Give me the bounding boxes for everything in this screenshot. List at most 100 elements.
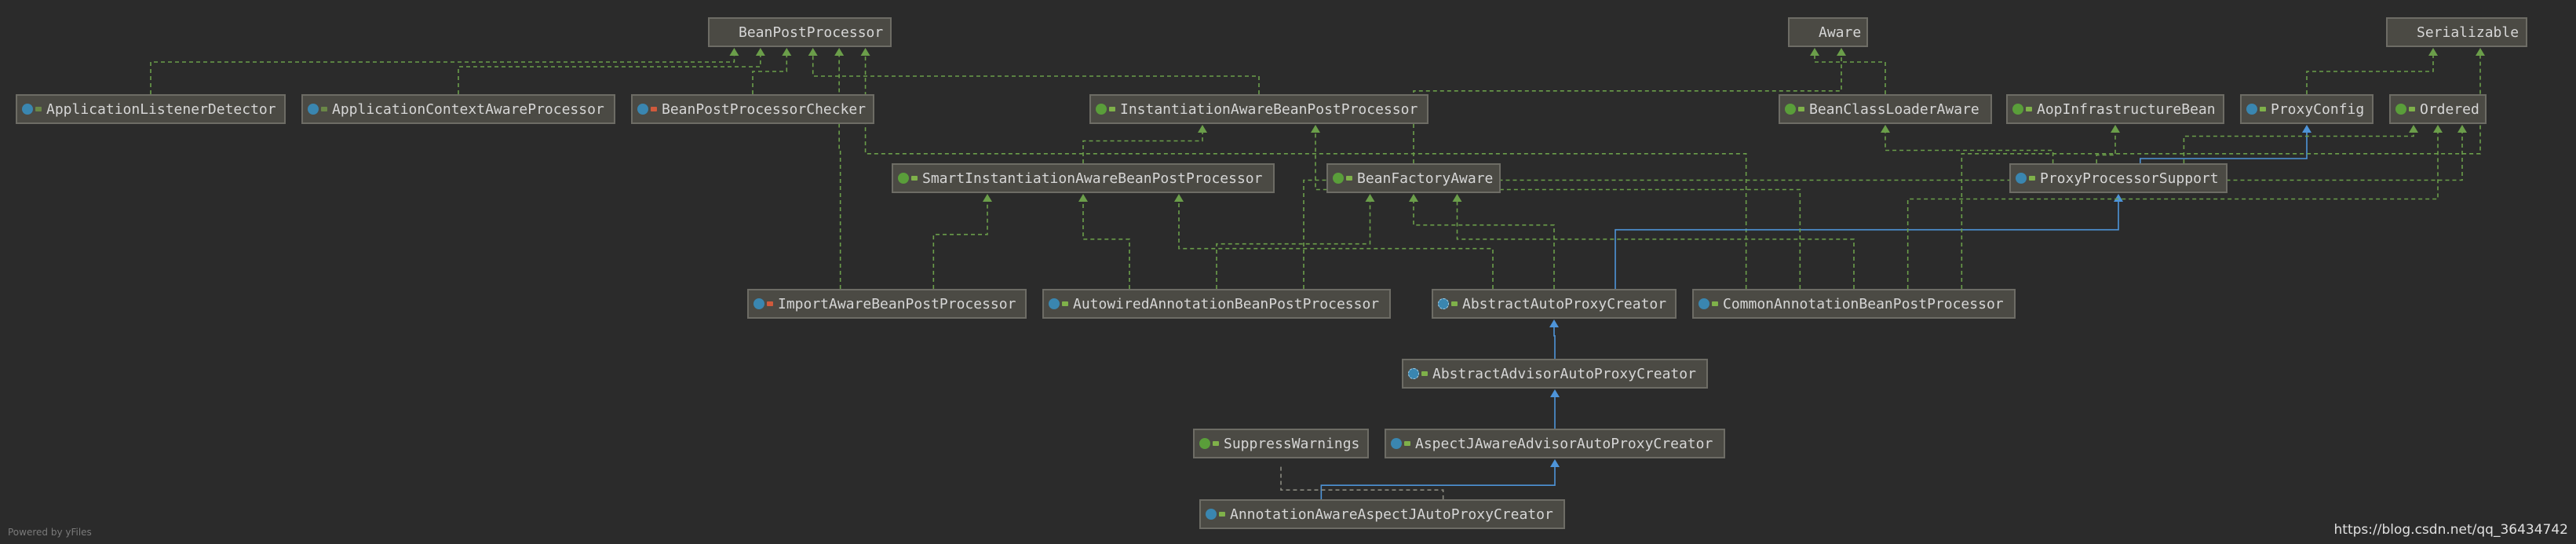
edge-arrowhead xyxy=(1810,48,1819,56)
node-label: AbstractAutoProxyCreator xyxy=(1462,295,1667,312)
edge-implements xyxy=(1178,201,1494,289)
edge-arrowhead xyxy=(1549,319,1559,327)
node-serializable[interactable]: Serializable xyxy=(2386,17,2527,47)
class-icon xyxy=(308,104,319,115)
edge-implements xyxy=(1216,201,1371,289)
private-modifier-icon xyxy=(767,301,773,306)
edge-arrowhead xyxy=(2433,125,2443,133)
public-modifier-icon xyxy=(1062,301,1068,306)
edge-arrowhead xyxy=(755,48,765,56)
node-aop-infrastructure-bean[interactable]: AopInfrastructureBean xyxy=(2006,94,2224,124)
node-annotation-aware-aspectj-auto-proxy-creator[interactable]: AnnotationAwareAspectJAutoProxyCreator xyxy=(1199,499,1565,529)
abstract-class-icon xyxy=(1438,298,1449,309)
node-bean-class-loader-aware[interactable]: BeanClassLoaderAware xyxy=(1779,94,1992,124)
node-label: BeanFactoryAware xyxy=(1357,170,1494,187)
node-application-context-aware-processor[interactable]: ApplicationContextAwareProcessor xyxy=(301,94,615,124)
edge-extends xyxy=(1320,466,1556,499)
public-modifier-icon xyxy=(1451,301,1458,306)
public-modifier-icon xyxy=(2409,107,2415,111)
edge-arrowhead xyxy=(808,48,818,56)
public-modifier-icon xyxy=(1798,107,1804,111)
interface-icon xyxy=(1794,27,1805,38)
node-bean-post-processor[interactable]: BeanPostProcessor xyxy=(708,17,892,47)
node-application-listener-detector[interactable]: ApplicationListenerDetector xyxy=(16,94,286,124)
node-ordered[interactable]: Ordered xyxy=(2389,94,2487,124)
node-bean-post-processor-checker[interactable]: BeanPostProcessorChecker xyxy=(631,94,874,124)
edge-implements xyxy=(1814,55,1886,94)
public-modifier-icon xyxy=(1219,512,1225,517)
powered-by-label: Powered by yFiles xyxy=(8,527,92,538)
edge-arrowhead xyxy=(2457,125,2467,133)
edge-implements xyxy=(1906,132,2439,289)
edge-implements xyxy=(752,55,788,94)
interface-icon xyxy=(2395,104,2406,115)
edge-implements xyxy=(1456,201,1855,289)
edge-arrowhead xyxy=(2428,48,2438,56)
node-label: ImportAwareBeanPostProcessor xyxy=(778,295,1016,312)
package-modifier-icon xyxy=(35,107,42,111)
edge-implements xyxy=(458,55,761,94)
node-label: Ordered xyxy=(2420,100,2479,118)
interface-icon xyxy=(898,173,909,184)
edge-arrowhead xyxy=(1881,125,1890,133)
interface-icon xyxy=(2012,104,2023,115)
edge-implements xyxy=(1413,55,1842,163)
interface-icon xyxy=(1096,104,1107,115)
edge-arrowhead xyxy=(1837,48,1846,56)
annotation-icon xyxy=(1199,438,1210,449)
edge-implements xyxy=(2096,132,2116,163)
edge-implements xyxy=(838,55,841,289)
node-aware[interactable]: Aware xyxy=(1788,17,1868,47)
edge-arrowhead xyxy=(860,48,870,56)
class-icon xyxy=(1049,298,1060,309)
edge-arrowhead xyxy=(1409,194,1418,202)
node-import-aware-bean-post-processor[interactable]: ImportAwareBeanPostProcessor xyxy=(747,289,1027,319)
class-icon xyxy=(2246,104,2257,115)
public-modifier-icon xyxy=(728,30,734,35)
node-instantiation-aware-bean-post-processor[interactable]: InstantiationAwareBeanPostProcessor xyxy=(1089,94,1428,124)
node-bean-factory-aware[interactable]: BeanFactoryAware xyxy=(1326,163,1501,193)
class-icon xyxy=(22,104,33,115)
public-modifier-icon xyxy=(2026,107,2032,111)
edge-arrowhead xyxy=(2476,48,2485,56)
node-label: ApplicationContextAwareProcessor xyxy=(332,100,604,118)
watermark-url: https://blog.csdn.net/qq_36434742 xyxy=(2333,522,2568,538)
node-label: AbstractAdvisorAutoProxyCreator xyxy=(1432,365,1696,382)
edge-arrowhead xyxy=(834,48,845,56)
edge-implements xyxy=(2306,55,2434,94)
node-abstract-advisor-auto-proxy-creator[interactable]: AbstractAdvisorAutoProxyCreator xyxy=(1402,359,1708,389)
public-modifier-icon xyxy=(1808,30,1814,35)
class-icon xyxy=(1391,438,1402,449)
class-icon xyxy=(2016,173,2027,184)
node-aspectj-aware-advisor-auto-proxy-creator[interactable]: AspectJAwareAdvisorAutoProxyCreator xyxy=(1385,429,1725,458)
edges-layer xyxy=(150,48,2485,499)
node-label: SuppressWarnings xyxy=(1224,435,1360,452)
abstract-class-icon xyxy=(1408,368,1419,379)
node-label: BeanClassLoaderAware xyxy=(1809,100,1979,118)
uml-diagram-canvas: BeanPostProcessor Aware Serializable App… xyxy=(0,0,2576,544)
public-modifier-icon xyxy=(2406,30,2412,35)
node-proxy-processor-support[interactable]: ProxyProcessorSupport xyxy=(2009,163,2228,193)
edge-arrowhead xyxy=(1174,194,1184,202)
node-suppress-warnings[interactable]: SuppressWarnings xyxy=(1193,429,1369,458)
edge-arrowhead xyxy=(2302,125,2311,133)
edge-arrowhead xyxy=(1078,194,1088,202)
edge-arrowhead xyxy=(1452,194,1462,202)
public-modifier-icon xyxy=(2029,176,2035,181)
node-common-annotation-bean-post-processor[interactable]: CommonAnnotationBeanPostProcessor xyxy=(1692,289,2016,319)
edge-implements xyxy=(932,201,988,289)
node-autowired-annotation-bean-post-processor[interactable]: AutowiredAnnotationBeanPostProcessor xyxy=(1042,289,1391,319)
node-label: AutowiredAnnotationBeanPostProcessor xyxy=(1073,295,1380,312)
edge-annotated xyxy=(1280,466,1444,499)
edge-arrowhead xyxy=(2409,125,2418,133)
edge-arrowhead xyxy=(2114,194,2123,202)
edge-arrowhead xyxy=(1311,125,1320,133)
edge-implements xyxy=(1885,132,2054,163)
node-smart-instantiation-aware-bean-post-processor[interactable]: SmartInstantiationAwareBeanPostProcessor xyxy=(892,163,1275,193)
node-label: InstantiationAwareBeanPostProcessor xyxy=(1120,100,1418,118)
node-abstract-auto-proxy-creator[interactable]: AbstractAutoProxyCreator xyxy=(1432,289,1677,319)
node-proxy-config[interactable]: ProxyConfig xyxy=(2240,94,2373,124)
edge-implements xyxy=(1082,201,1130,289)
class-icon xyxy=(1698,298,1709,309)
class-icon xyxy=(1206,509,1217,520)
